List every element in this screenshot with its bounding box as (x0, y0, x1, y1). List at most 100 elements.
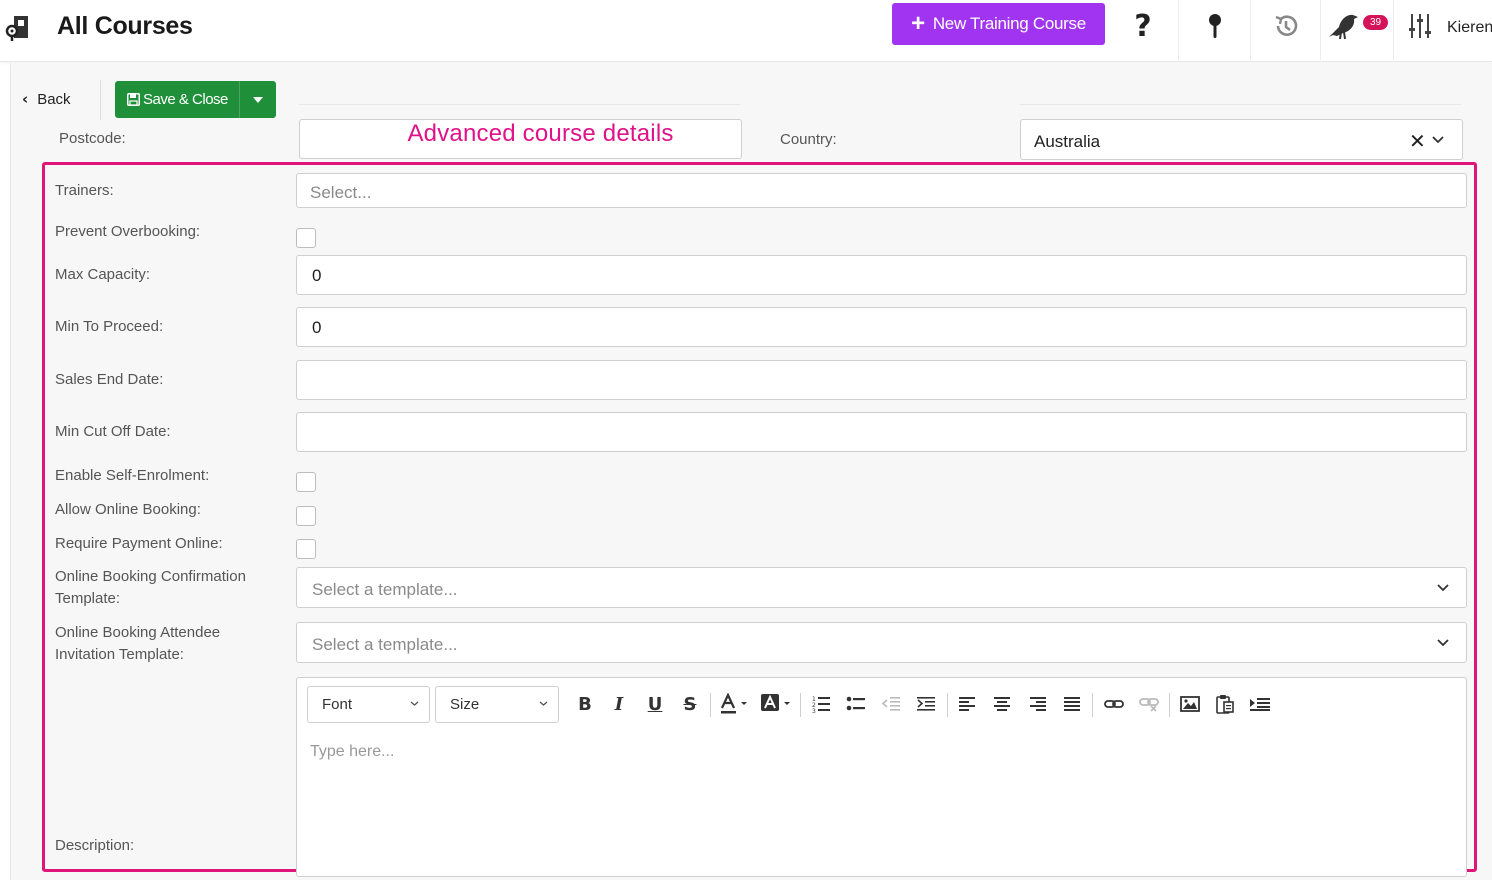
new-training-course-button[interactable]: + New Training Course (892, 3, 1105, 45)
bold-icon: B (578, 693, 592, 715)
font-select-label: Font (322, 696, 353, 713)
sales-end-date-label: Sales End Date: (55, 371, 164, 388)
strikethrough-button[interactable]: S (676, 690, 704, 718)
bullet-list-button[interactable] (842, 690, 870, 718)
toolbar-separator (800, 693, 801, 717)
align-right-icon (1030, 697, 1046, 711)
trainers-label: Trainers: (55, 182, 114, 199)
pin-button[interactable] (1185, 8, 1245, 44)
chevron-down-icon (1437, 639, 1449, 647)
ordered-list-button[interactable]: 1 2 3 (807, 690, 835, 718)
save-close-label: Save & Close (143, 91, 228, 108)
outdent-icon (881, 697, 900, 711)
ordered-list-icon: 1 2 3 (812, 696, 830, 714)
chevron-left-icon: ‹ (22, 90, 29, 108)
pin-icon (1209, 14, 1221, 38)
highlight-color-button[interactable] (759, 690, 793, 718)
toolbar-separator (1092, 693, 1093, 717)
plus-icon: + (911, 10, 925, 37)
align-justify-button[interactable] (1058, 690, 1086, 718)
settings-sliders-button[interactable] (1390, 8, 1450, 44)
align-right-button[interactable] (1024, 690, 1052, 718)
save-close-button[interactable]: Save & Close (115, 81, 240, 118)
bullet-list-icon (846, 696, 865, 711)
clear-icon[interactable]: ✕ (1409, 129, 1426, 153)
divider-line (299, 104, 740, 105)
highlight-color-icon (761, 694, 790, 711)
header-divider (1178, 0, 1179, 60)
invitation-template-label: Online Booking Attendee Invitation Templ… (55, 624, 221, 663)
horizontal-rule-button[interactable] (1246, 690, 1274, 718)
unlink-icon (1139, 698, 1159, 712)
outdent-button[interactable] (877, 690, 905, 718)
horizontal-rule-icon (1250, 698, 1270, 711)
trainers-select[interactable]: Select... (296, 173, 1467, 208)
country-select[interactable]: Australia ✕ (1020, 119, 1463, 160)
remove-link-button[interactable] (1135, 690, 1163, 718)
font-select[interactable]: Font (307, 686, 430, 723)
sales-end-date-input[interactable] (296, 360, 1467, 400)
bird-icon (1329, 14, 1358, 40)
min-to-proceed-label: Min To Proceed: (55, 318, 164, 335)
header-divider (1250, 0, 1251, 60)
page-title: All Courses (57, 12, 193, 40)
notification-count-badge: 39 (1363, 15, 1388, 30)
user-name[interactable]: Kieren (1447, 19, 1492, 37)
app-logo-icon[interactable] (4, 14, 32, 42)
description-label: Description: (55, 837, 135, 854)
country-label: Country: (780, 131, 837, 148)
strikethrough-icon: S (683, 693, 697, 715)
help-button[interactable]: ? (1113, 8, 1173, 44)
top-header: All Courses + New Training Course ? 39 K… (0, 0, 1492, 62)
postcode-label: Postcode: (59, 130, 126, 147)
link-icon (1104, 700, 1124, 708)
editor-placeholder[interactable]: Type here... (310, 743, 395, 761)
save-close-button-group: Save & Close (115, 81, 276, 118)
font-color-button[interactable] (718, 690, 750, 718)
sliders-icon (1409, 14, 1431, 38)
chevron-down-icon[interactable] (1431, 133, 1445, 147)
save-options-dropdown[interactable] (240, 96, 276, 103)
invitation-template-select[interactable]: Select a template... (296, 622, 1467, 663)
help-icon: ? (1134, 8, 1152, 44)
indent-icon (917, 697, 935, 711)
payment-online-label: Require Payment Online: (55, 535, 223, 552)
underline-button[interactable]: U (641, 690, 669, 718)
min-to-proceed-value: 0 (312, 318, 322, 337)
self-enrolment-checkbox[interactable] (296, 472, 316, 492)
align-center-icon (994, 697, 1010, 711)
advanced-details-annotation: Advanced course details (407, 120, 674, 147)
max-capacity-label: Max Capacity: (55, 266, 151, 283)
confirmation-template-label: Online Booking Confirmation Template: (55, 568, 246, 607)
new-training-course-label: New Training Course (932, 14, 1086, 33)
align-center-button[interactable] (988, 690, 1016, 718)
indent-button[interactable] (912, 690, 940, 718)
bold-button[interactable]: B (571, 690, 599, 718)
history-button[interactable] (1256, 8, 1316, 44)
confirmation-template-select[interactable]: Select a template... (296, 567, 1467, 608)
payment-online-checkbox[interactable] (296, 539, 316, 559)
insert-link-button[interactable] (1100, 690, 1128, 718)
caret-down-icon (253, 96, 263, 103)
italic-button[interactable]: I (605, 690, 633, 718)
min-cutoff-date-label: Min Cut Off Date: (55, 423, 171, 440)
prevent-overbooking-checkbox[interactable] (296, 228, 316, 248)
size-select[interactable]: Size (435, 686, 559, 723)
back-button[interactable]: ‹ Back (22, 90, 71, 108)
max-capacity-input[interactable]: 0 (296, 255, 1467, 295)
svg-text:3: 3 (812, 708, 816, 714)
toolbar-separator (710, 693, 711, 717)
history-icon (1275, 15, 1298, 36)
online-booking-checkbox[interactable] (296, 506, 316, 526)
min-to-proceed-input[interactable]: 0 (296, 307, 1467, 347)
back-label: Back (37, 90, 71, 108)
country-value: Australia (1034, 132, 1101, 151)
paste-button[interactable] (1211, 690, 1239, 718)
toolbar-separator (1169, 693, 1170, 717)
description-editor: Font Size B I U S 1 2 3 Type here... (296, 677, 1467, 877)
prevent-overbooking-label: Prevent Overbooking: (55, 223, 201, 240)
online-booking-label: Allow Online Booking: (55, 501, 201, 518)
insert-image-button[interactable] (1176, 690, 1204, 718)
min-cutoff-date-input[interactable] (296, 412, 1467, 452)
align-left-button[interactable] (953, 690, 981, 718)
